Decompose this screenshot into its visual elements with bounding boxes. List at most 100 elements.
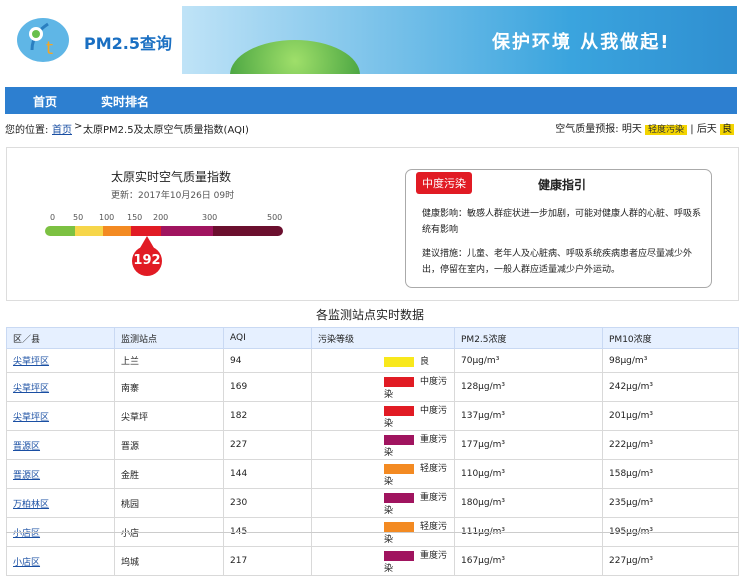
logo-text: PM2.5查询 bbox=[84, 34, 172, 53]
col-level: 污染等级 bbox=[311, 327, 455, 349]
pm10-cell: 98μg/m³ bbox=[602, 348, 739, 373]
site-logo[interactable]: t bbox=[14, 10, 72, 68]
district-link[interactable]: 晋源区 bbox=[6, 430, 115, 460]
col-pm25: PM2.5浓度 bbox=[454, 327, 603, 349]
level-color-swatch bbox=[384, 521, 414, 532]
aqi-updated-time: 更新：2017年10月26日 09时 bbox=[111, 191, 235, 201]
forecast-dayafter-value: 良 bbox=[720, 124, 734, 135]
forecast-sep: | bbox=[690, 124, 694, 135]
health-guide-card: 中度污染 健康指引 健康影响：敏感人群症状进一步加剧，可能对健康人群的心脏、呼吸… bbox=[405, 169, 712, 288]
table-row: 小店区 坞城 217 重度污染 167μg/m³ 227μg/m³ bbox=[6, 546, 739, 576]
level-color-swatch bbox=[384, 434, 414, 445]
forecast-tomorrow-label: 明天 bbox=[621, 124, 642, 135]
nav-home[interactable]: 首页 bbox=[33, 93, 57, 110]
stations-section-title: 各监测站点实时数据 bbox=[315, 308, 424, 322]
level-cell: 轻度污染 bbox=[311, 459, 455, 489]
level-cell: 重度污染 bbox=[311, 430, 455, 460]
scale-label-50: 50 bbox=[73, 213, 84, 222]
district-link[interactable]: 尖草坪区 bbox=[6, 348, 115, 373]
scale-label-200: 200 bbox=[153, 213, 169, 222]
aqi-cell: 230 bbox=[223, 488, 312, 518]
district-link[interactable]: 万柏林区 bbox=[6, 488, 115, 518]
nav-realtime-ranking[interactable]: 实时排名 bbox=[101, 93, 149, 110]
level-color-swatch bbox=[384, 550, 414, 561]
breadcrumb-separator: > bbox=[74, 121, 83, 132]
scale-label-0: 0 bbox=[50, 213, 56, 222]
header: t PM2.5查询 保护环境 从我做起! bbox=[0, 0, 740, 84]
col-pm10: PM10浓度 bbox=[602, 327, 739, 349]
level-cell: 良 bbox=[311, 348, 455, 373]
pm25-cell: 110μg/m³ bbox=[454, 459, 603, 489]
pm10-cell: 201μg/m³ bbox=[602, 401, 739, 431]
scale-segment-light bbox=[103, 226, 131, 236]
level-cell: 重度污染 bbox=[311, 546, 455, 576]
col-district: 区／县 bbox=[6, 327, 115, 349]
pm25-cell: 177μg/m³ bbox=[454, 430, 603, 460]
level-cell: 中度污染 bbox=[311, 401, 455, 431]
health-guide-title: 健康指引 bbox=[538, 178, 587, 192]
scale-segment-moderate bbox=[75, 226, 103, 236]
level-cell: 中度污染 bbox=[311, 372, 455, 402]
table-row: 尖草坪区 南寨 169 中度污染 128μg/m³ 242μg/m³ bbox=[6, 372, 739, 402]
forecast-tomorrow-badge: 轻度污染 bbox=[645, 125, 688, 135]
pm25-cell: 128μg/m³ bbox=[454, 372, 603, 402]
aqi-cell: 182 bbox=[223, 401, 312, 431]
pm25-cell: 70μg/m³ bbox=[454, 348, 603, 373]
table-header-row: 区／县 监测站点 AQI 污染等级 PM2.5浓度 PM10浓度 bbox=[6, 327, 739, 349]
table-row: 尖草坪区 上兰 94 良 70μg/m³ 98μg/m³ bbox=[6, 348, 739, 373]
pm10-cell: 158μg/m³ bbox=[602, 459, 739, 489]
forecast-label: 空气质量预报: bbox=[555, 124, 619, 135]
level-color-swatch bbox=[384, 376, 414, 387]
level-color-swatch bbox=[384, 492, 414, 503]
pm10-cell: 235μg/m³ bbox=[602, 488, 739, 518]
district-link[interactable]: 晋源区 bbox=[6, 459, 115, 489]
level-color-swatch bbox=[384, 463, 414, 474]
aqi-value: 192 bbox=[132, 246, 162, 276]
breadcrumb-home-link[interactable]: 首页 bbox=[52, 121, 72, 136]
level-text: 良 bbox=[420, 357, 430, 367]
footer-divider bbox=[6, 532, 739, 533]
aqi-scale-bar bbox=[45, 226, 283, 236]
station-name: 上兰 bbox=[114, 348, 224, 373]
scale-segment-good bbox=[45, 226, 75, 236]
stations-table: 区／县 监测站点 AQI 污染等级 PM2.5浓度 PM10浓度 尖草坪区 上兰 9… bbox=[6, 327, 739, 576]
aqi-cell: 217 bbox=[223, 546, 312, 576]
main-nav: 首页 实时排名 bbox=[5, 87, 737, 114]
advice-text: 建议措施：儿童、老年人及心脏病、呼吸系统疾病患者应尽量减少外出，停留在室内，一般… bbox=[422, 249, 693, 275]
col-aqi: AQI bbox=[223, 327, 312, 349]
globe-illustration bbox=[230, 40, 360, 74]
table-row: 晋源区 金胜 144 轻度污染 110μg/m³ 158μg/m³ bbox=[6, 459, 739, 489]
level-color-swatch bbox=[384, 356, 414, 367]
health-impact-text: 健康影响：敏感人群症状进一步加剧，可能对健康人群的心脏、呼吸系统有影响 bbox=[422, 209, 702, 235]
breadcrumb-prefix: 您的位置: bbox=[5, 125, 49, 136]
station-name: 南寨 bbox=[114, 372, 224, 402]
station-name: 尖草坪 bbox=[114, 401, 224, 431]
station-name: 桃园 bbox=[114, 488, 224, 518]
aqi-cell: 227 bbox=[223, 430, 312, 460]
pm10-cell: 222μg/m³ bbox=[602, 430, 739, 460]
scale-segment-severe bbox=[213, 226, 283, 236]
pm25-cell: 180μg/m³ bbox=[454, 488, 603, 518]
svg-text:t: t bbox=[46, 38, 53, 59]
breadcrumb-current: 太原PM2.5及太原空气质量指数(AQI) bbox=[83, 125, 249, 136]
forecast: 空气质量预报: 明天 轻度污染 | 后天 良 bbox=[555, 120, 734, 135]
pollution-level-tag: 中度污染 bbox=[416, 172, 472, 194]
district-link[interactable]: 尖草坪区 bbox=[6, 372, 115, 402]
district-link[interactable]: 尖草坪区 bbox=[6, 401, 115, 431]
banner: 保护环境 从我做起! bbox=[182, 6, 737, 74]
aqi-title: 太原实时空气质量指数 bbox=[111, 170, 232, 184]
scale-label-500: 500 bbox=[267, 213, 283, 222]
aqi-marker: 192 bbox=[132, 236, 166, 276]
district-link[interactable]: 小店区 bbox=[6, 546, 115, 576]
banner-slogan: 保护环境 从我做起! bbox=[492, 32, 671, 53]
forecast-dayafter-label: 后天 bbox=[696, 124, 717, 135]
table-row: 万柏林区 桃园 230 重度污染 180μg/m³ 235μg/m³ bbox=[6, 488, 739, 518]
station-name: 金胜 bbox=[114, 459, 224, 489]
aqi-panel: 太原实时空气质量指数 更新：2017年10月26日 09时 0 50 100 1… bbox=[6, 147, 739, 301]
table-row: 尖草坪区 尖草坪 182 中度污染 137μg/m³ 201μg/m³ bbox=[6, 401, 739, 431]
level-cell: 重度污染 bbox=[311, 488, 455, 518]
station-name: 晋源 bbox=[114, 430, 224, 460]
pm25-cell: 137μg/m³ bbox=[454, 401, 603, 431]
pm10-cell: 227μg/m³ bbox=[602, 546, 739, 576]
station-name: 坞城 bbox=[114, 546, 224, 576]
